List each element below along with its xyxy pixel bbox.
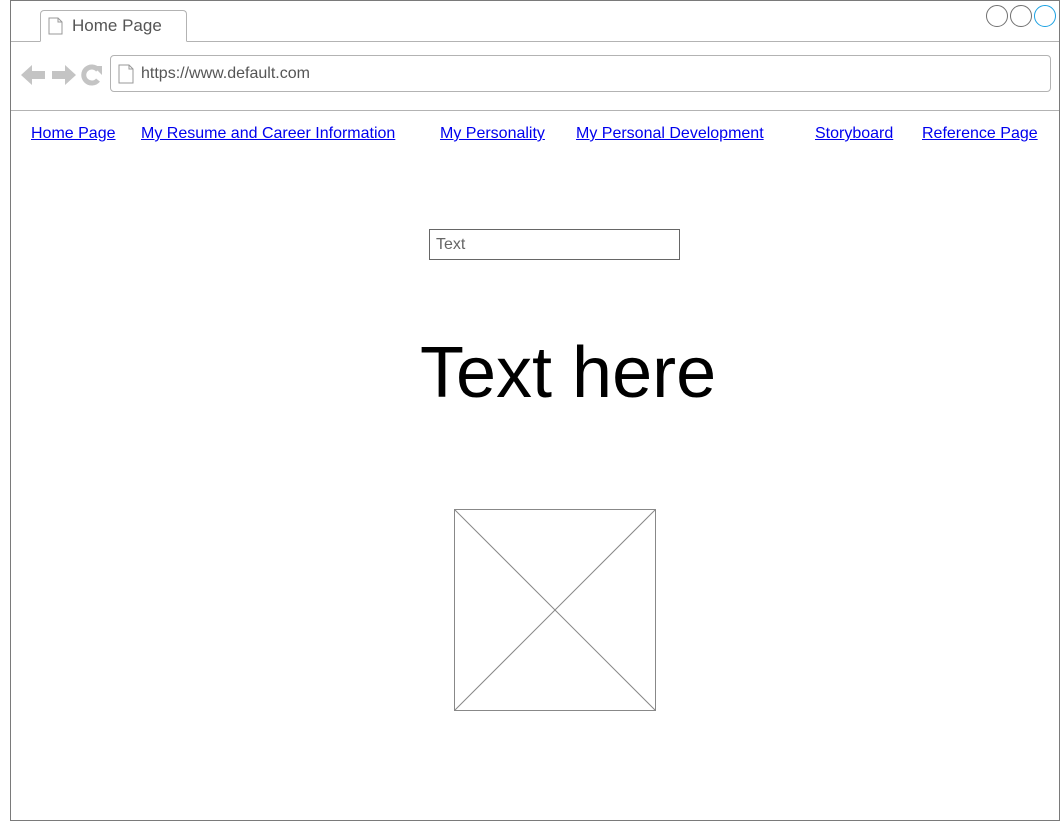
nav-link-home-page[interactable]: Home Page bbox=[31, 125, 116, 143]
close-button[interactable] bbox=[1034, 5, 1056, 27]
back-arrow-icon[interactable] bbox=[21, 64, 46, 86]
url-text: https://www.default.com bbox=[141, 64, 310, 82]
forward-arrow-icon[interactable] bbox=[51, 64, 76, 86]
refresh-icon[interactable] bbox=[81, 64, 103, 86]
page-heading: Text here bbox=[420, 333, 717, 413]
minimize-button[interactable] bbox=[986, 5, 1008, 27]
address-bar-row: https://www.default.com bbox=[11, 42, 1059, 111]
tab-title: Home Page bbox=[72, 16, 162, 35]
url-bar[interactable]: https://www.default.com bbox=[110, 55, 1051, 92]
site-nav: Home Page My Resume and Career Informati… bbox=[0, 125, 1061, 145]
tab-home[interactable]: Home Page bbox=[40, 10, 187, 42]
maximize-button[interactable] bbox=[1010, 5, 1032, 27]
nav-link-personal-development[interactable]: My Personal Development bbox=[576, 125, 764, 143]
nav-link-resume[interactable]: My Resume and Career Information bbox=[141, 125, 395, 143]
nav-link-reference-page[interactable]: Reference Page bbox=[922, 125, 1038, 143]
image-placeholder bbox=[454, 509, 656, 711]
nav-link-personality[interactable]: My Personality bbox=[440, 125, 545, 143]
page-icon bbox=[48, 17, 63, 35]
nav-link-storyboard[interactable]: Storyboard bbox=[815, 125, 893, 143]
tab-bar: Home Page bbox=[11, 1, 1059, 42]
window-controls bbox=[986, 5, 1056, 27]
navigation-buttons bbox=[21, 64, 103, 86]
text-input[interactable] bbox=[429, 229, 680, 260]
page-icon bbox=[118, 64, 134, 83]
